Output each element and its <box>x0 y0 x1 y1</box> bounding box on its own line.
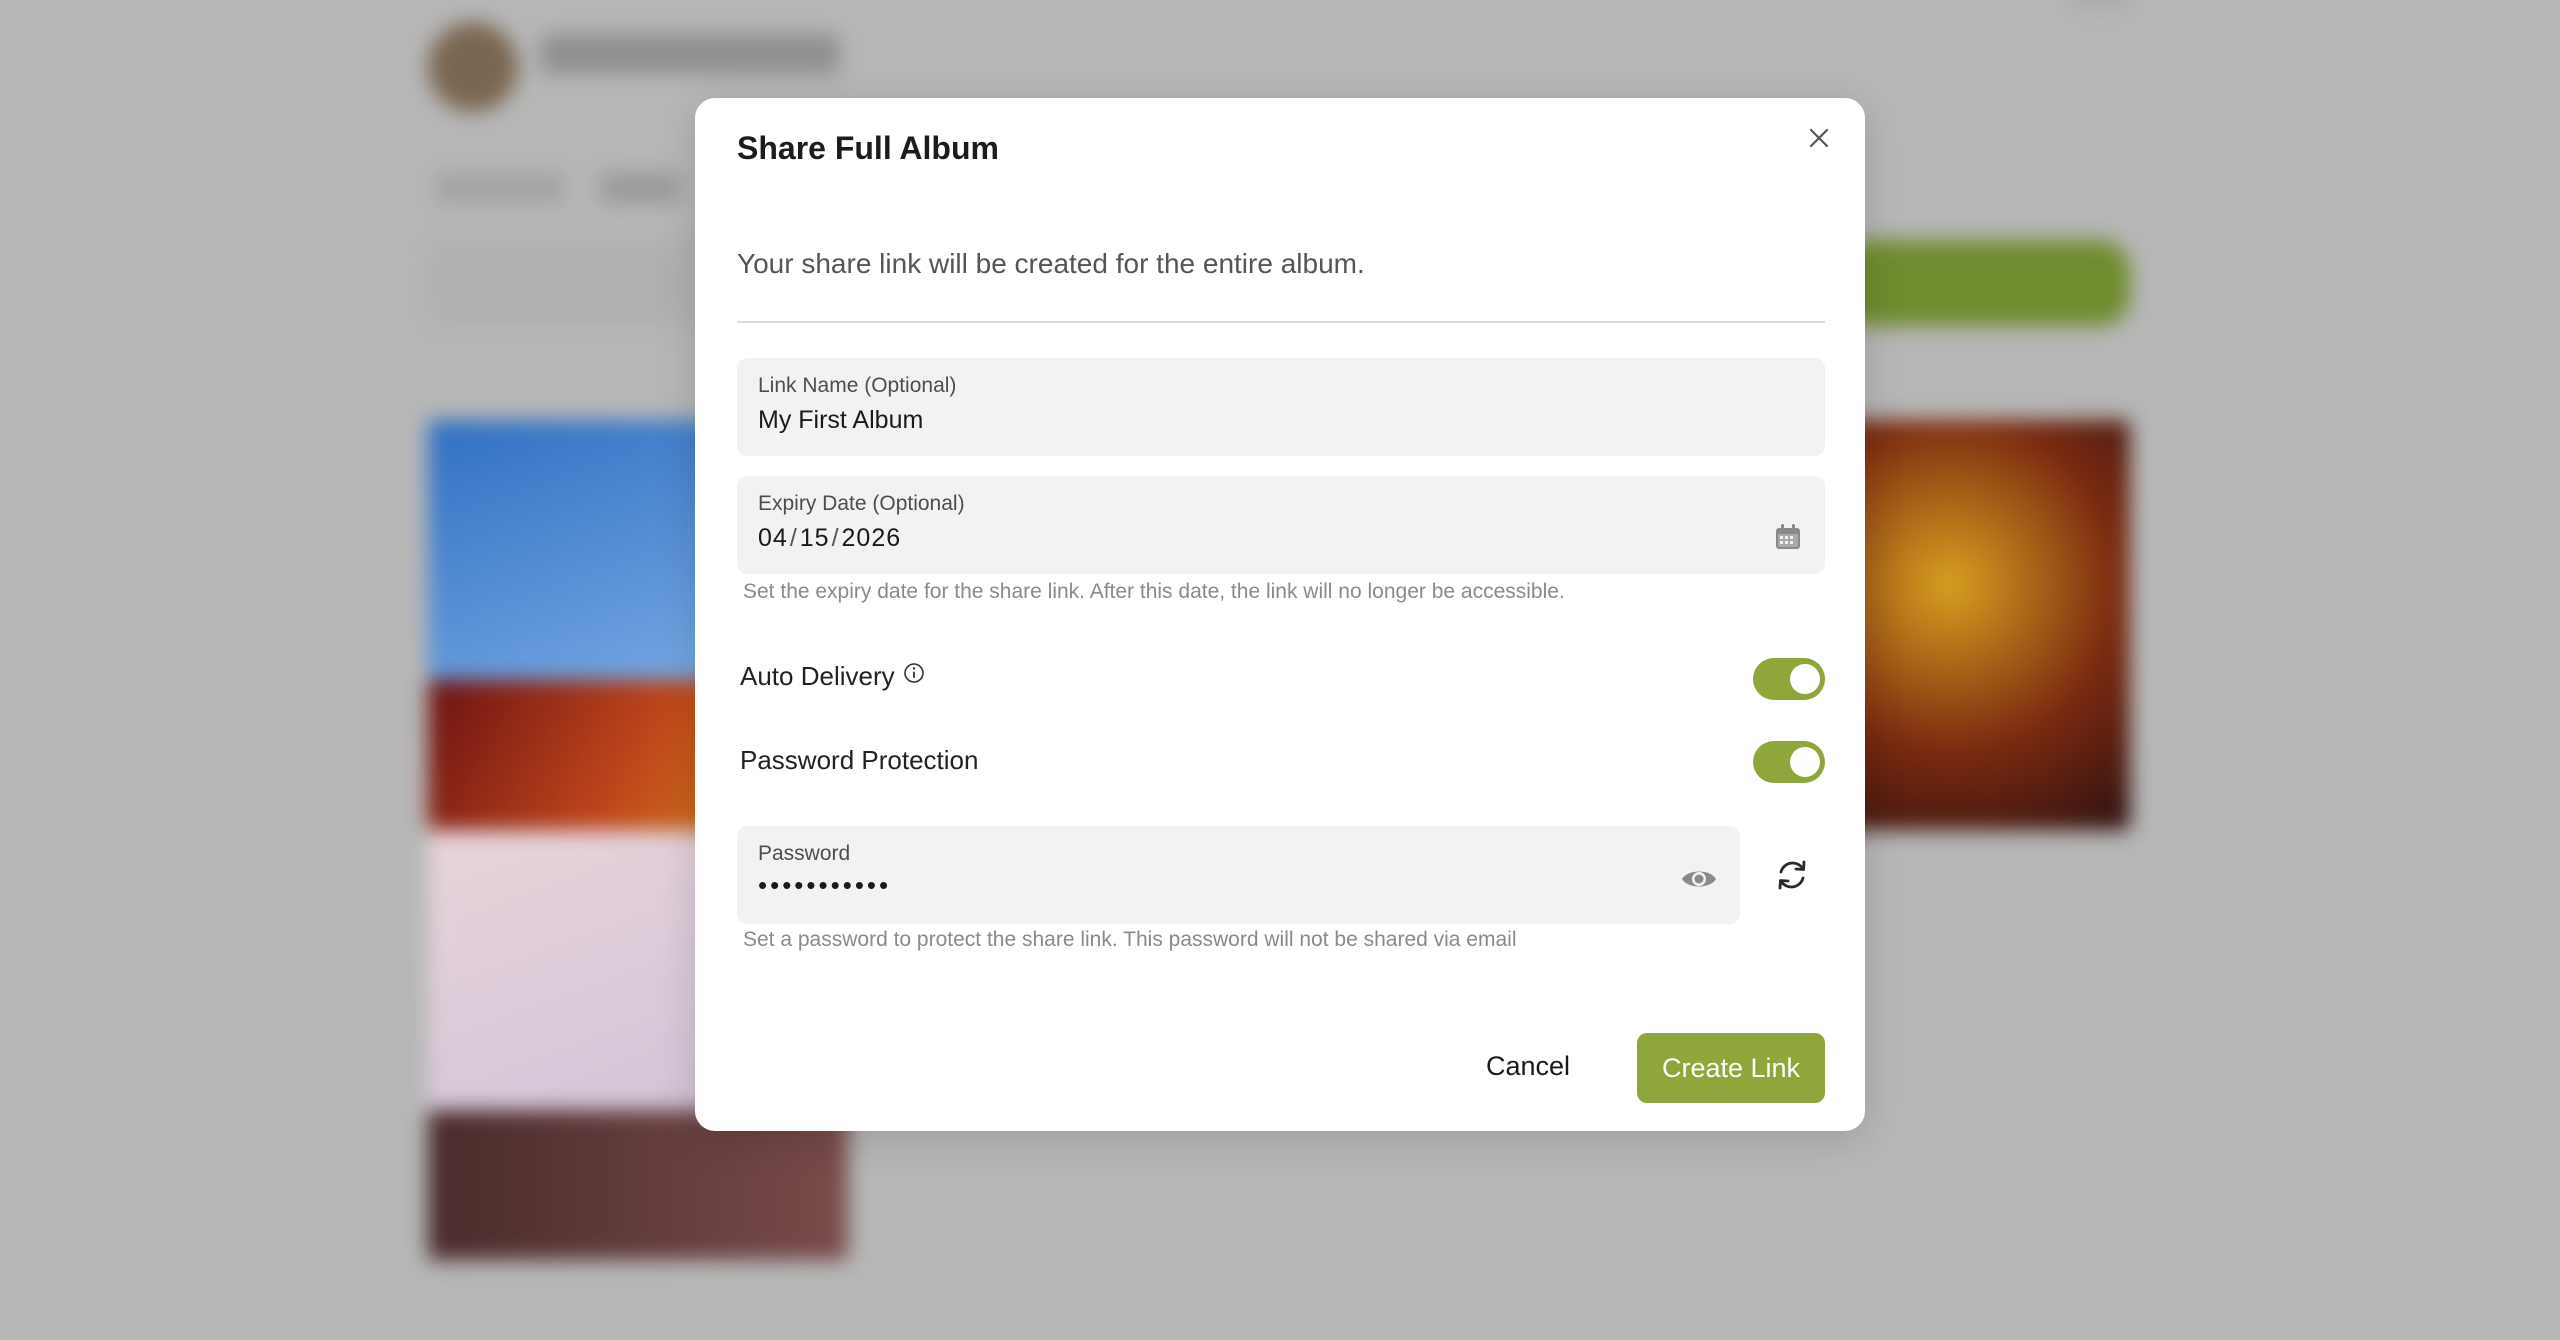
password-protection-label: Password Protection <box>740 745 979 775</box>
link-name-label: Link Name (Optional) <box>758 374 957 397</box>
dialog-description: Your share link will be created for the … <box>737 248 1365 279</box>
password-input[interactable]: ••••••••••• <box>758 870 891 901</box>
create-link-button[interactable]: Create Link <box>1637 1033 1825 1103</box>
expiry-day[interactable]: 15 <box>800 524 830 552</box>
toggle-knob <box>1790 664 1820 694</box>
close-button[interactable] <box>1799 118 1839 158</box>
show-password-button[interactable] <box>1680 864 1718 894</box>
auto-delivery-label: Auto Delivery <box>740 661 895 691</box>
eye-icon <box>1682 871 1716 887</box>
password-protection-toggle[interactable] <box>1753 741 1825 783</box>
auto-delivery-toggle[interactable] <box>1753 658 1825 700</box>
expiry-date-hint: Set the expiry date for the share link. … <box>743 580 1565 603</box>
expiry-date-input[interactable]: 04/15/2026 <box>758 524 901 553</box>
expiry-month[interactable]: 04 <box>758 524 788 552</box>
background-tab <box>435 172 565 204</box>
background-tab <box>600 172 680 204</box>
date-separator: / <box>789 524 798 552</box>
background-avatar <box>428 22 518 112</box>
share-album-dialog: Share Full Album Your share link will be… <box>695 98 1865 1131</box>
background-photo <box>1830 420 2130 830</box>
calendar-picker-button[interactable] <box>1773 522 1803 552</box>
dialog-title: Share Full Album <box>737 130 999 166</box>
divider <box>737 321 1825 323</box>
background-element <box>2070 0 2130 8</box>
password-protection-label-row: Password Protection <box>740 745 978 776</box>
info-icon[interactable] <box>903 662 925 684</box>
password-label: Password <box>758 842 851 865</box>
refresh-icon <box>1778 860 1806 890</box>
background-photo <box>428 1110 848 1260</box>
regenerate-password-button[interactable] <box>1773 856 1811 894</box>
link-name-field[interactable]: Link Name (Optional) My First Album <box>737 358 1825 456</box>
background-title <box>540 34 840 74</box>
auto-delivery-label-row: Auto Delivery <box>740 661 925 692</box>
date-separator: / <box>831 524 840 552</box>
close-icon <box>1809 128 1829 148</box>
expiry-date-label: Expiry Date (Optional) <box>758 492 965 515</box>
expiry-year[interactable]: 2026 <box>842 524 902 552</box>
cancel-button[interactable]: Cancel <box>1473 1033 1583 1099</box>
toggle-knob <box>1790 747 1820 777</box>
calendar-icon <box>1776 524 1800 549</box>
expiry-date-field[interactable]: Expiry Date (Optional) 04/15/2026 <box>737 476 1825 574</box>
password-hint: Set a password to protect the share link… <box>743 928 1517 951</box>
link-name-input[interactable]: My First Album <box>758 406 923 435</box>
background-action-button <box>1840 240 2130 326</box>
password-field[interactable]: Password ••••••••••• <box>737 826 1740 924</box>
